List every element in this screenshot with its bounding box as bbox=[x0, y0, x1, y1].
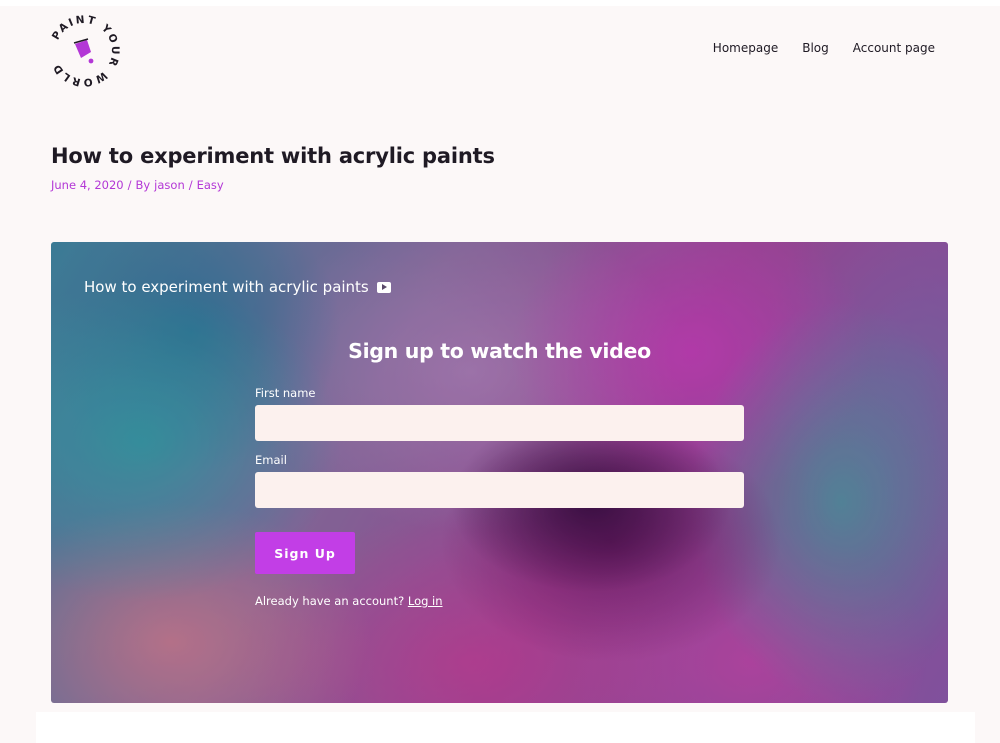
youtube-icon[interactable] bbox=[376, 281, 391, 293]
nav-link-homepage[interactable]: Homepage bbox=[713, 41, 778, 55]
video-signup-card: How to experiment with acrylic paints Si… bbox=[51, 242, 948, 703]
site-logo[interactable]: PAINT YOUR WORLD bbox=[47, 14, 121, 89]
log-in-link[interactable]: Log in bbox=[408, 594, 443, 608]
first-name-label: First name bbox=[255, 386, 316, 400]
sign-up-button[interactable]: Sign Up bbox=[255, 532, 355, 574]
post-category-link[interactable]: Easy bbox=[197, 178, 224, 192]
post-title: How to experiment with acrylic paints bbox=[51, 144, 495, 168]
video-title: How to experiment with acrylic paints bbox=[84, 278, 391, 296]
signup-heading: Sign up to watch the video bbox=[348, 339, 651, 363]
email-field[interactable] bbox=[255, 472, 744, 508]
nav-link-blog[interactable]: Blog bbox=[802, 41, 829, 55]
email-label: Email bbox=[255, 453, 287, 467]
first-name-field[interactable] bbox=[255, 405, 744, 441]
meta-by-label: By bbox=[135, 178, 151, 192]
post-author-link[interactable]: jason bbox=[154, 178, 185, 192]
nav-link-account-page[interactable]: Account page bbox=[853, 41, 935, 55]
logo-emblem-icon: PAINT YOUR WORLD bbox=[50, 14, 119, 89]
video-title-text: How to experiment with acrylic paints bbox=[84, 278, 369, 296]
post-date-link[interactable]: June 4, 2020 bbox=[51, 178, 124, 192]
already-account-text: Already have an account? bbox=[255, 594, 405, 608]
content-area-edge bbox=[36, 712, 975, 743]
meta-separator: / bbox=[188, 178, 193, 192]
post-meta: June 4, 2020 / By jason / Easy bbox=[51, 178, 224, 192]
meta-separator: / bbox=[127, 178, 132, 192]
main-nav: Homepage Blog Account page bbox=[713, 41, 935, 55]
login-prompt: Already have an account? Log in bbox=[255, 594, 443, 608]
